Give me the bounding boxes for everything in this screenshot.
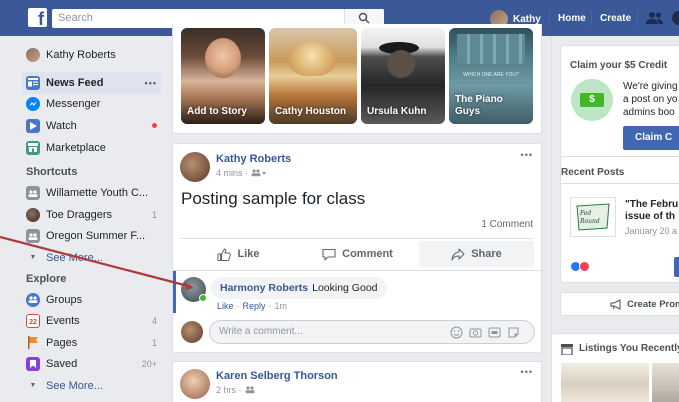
annotation-arrow [0,235,194,290]
